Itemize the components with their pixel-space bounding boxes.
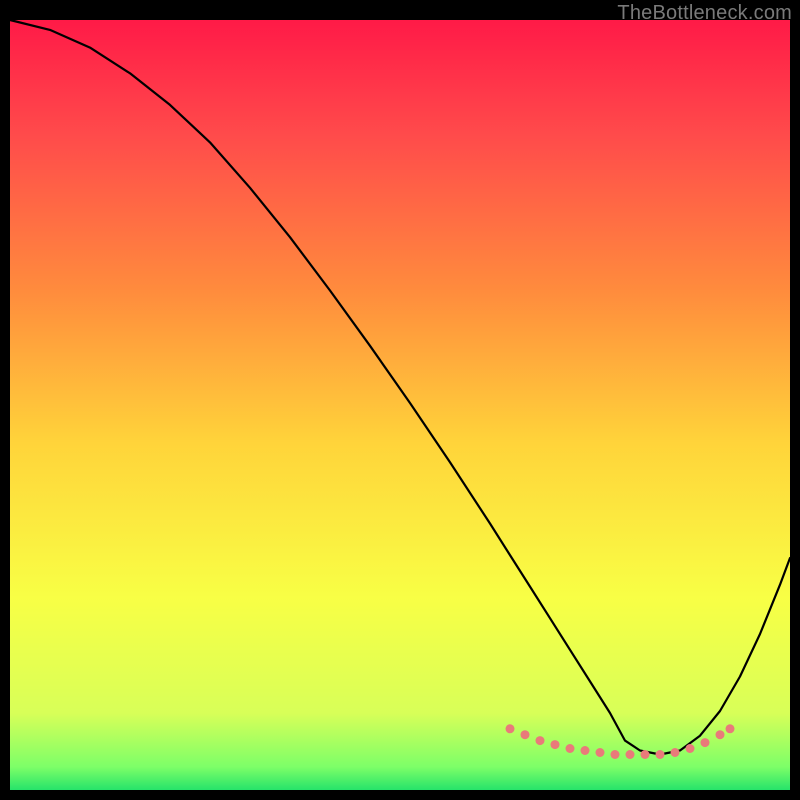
highlight-dot (506, 724, 515, 733)
watermark-text: TheBottleneck.com (617, 2, 792, 25)
highlight-dot (626, 750, 635, 759)
plot-background (10, 20, 790, 790)
highlight-dot (671, 748, 680, 757)
highlight-dot (596, 748, 605, 757)
highlight-dot (726, 724, 735, 733)
highlight-dot (551, 740, 560, 749)
highlight-dot (656, 750, 665, 759)
highlight-dot (686, 744, 695, 753)
highlight-dot (701, 738, 710, 747)
highlight-dot (716, 730, 725, 739)
highlight-dot (566, 744, 575, 753)
highlight-dot (536, 736, 545, 745)
highlight-dot (611, 750, 620, 759)
chart-svg (0, 0, 800, 800)
highlight-dot (641, 750, 650, 759)
chart-stage: TheBottleneck.com (0, 0, 800, 800)
highlight-dot (521, 730, 530, 739)
highlight-dot (581, 746, 590, 755)
